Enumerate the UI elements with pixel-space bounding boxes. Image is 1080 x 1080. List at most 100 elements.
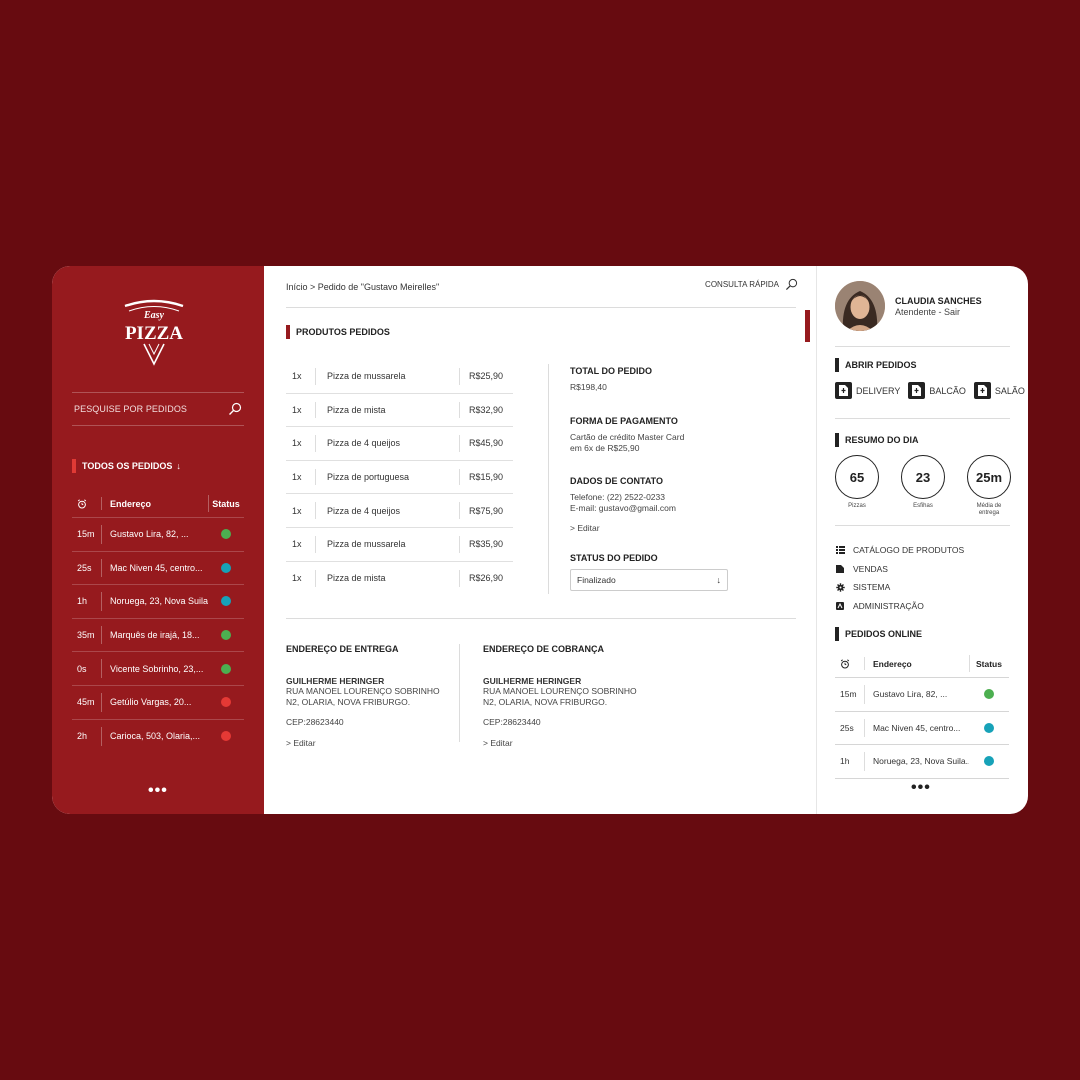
status-dot [221, 697, 231, 708]
table-row[interactable]: 45m Getúlio Vargas, 20... [72, 686, 244, 720]
product-price: R$25,90 [459, 360, 513, 393]
section-marker [72, 459, 76, 473]
status-dot [221, 562, 231, 573]
table-row[interactable]: 15m Gustavo Lira, 82, ... [72, 518, 244, 552]
product-row[interactable]: 1x Pizza de mista R$26,90 [286, 562, 513, 596]
table-header: Endereço Status [835, 650, 1009, 678]
daily-summary-title: RESUMO DO DIA [835, 433, 919, 447]
search-placeholder[interactable]: PESQUISE POR PEDIDOS [72, 404, 187, 414]
product-price: R$32,90 [459, 394, 513, 427]
menu-item-admin[interactable]: ADMINISTRAÇÃO [835, 597, 964, 616]
document-icon [835, 382, 852, 399]
search-icon[interactable] [785, 278, 798, 291]
status-select[interactable]: Finalizado ↓ [570, 569, 728, 591]
scroll-indicator[interactable] [805, 310, 810, 342]
order-address: Gustavo Lira, 82, ... [110, 529, 189, 540]
menu-item-system[interactable]: SISTEMA [835, 578, 964, 597]
table-row[interactable]: 1h Noruega, 23, Nova Suila... [835, 745, 1009, 779]
contact-email: E-mail: gustavo@gmail.com [570, 503, 676, 513]
product-name: Pizza de 4 queijos [327, 505, 401, 516]
total-title: TOTAL DO PEDIDO [570, 366, 653, 376]
status-header: Status [208, 490, 244, 517]
app-window: Easy PIZZA PESQUISE POR PEDIDOS TODOS OS… [52, 266, 1028, 814]
address-header: Endereço [873, 658, 912, 669]
status-title: STATUS DO PEDIDO [570, 553, 658, 563]
order-detail: Início > Pedido de "Gustavo Meirelles" C… [264, 266, 810, 814]
daily-summary-label: RESUMO DO DIA [845, 435, 919, 445]
table-row[interactable]: 0s Vicente Sobrinho, 23,... [72, 652, 244, 686]
product-price: R$35,90 [459, 528, 513, 561]
billing-address: ENDEREÇO DE COBRANÇA GUILHERME HERINGER … [483, 644, 653, 748]
avatar[interactable] [835, 281, 885, 331]
product-price: R$26,90 [459, 562, 513, 596]
table-row[interactable]: 35m Marquês de irajá, 18... [72, 619, 244, 653]
user-role-logout[interactable]: Atendente - Sair [895, 307, 960, 317]
order-total: TOTAL DO PEDIDO R$198,40 [570, 366, 740, 393]
product-price: R$45,90 [459, 427, 513, 460]
delivery-edit-link[interactable]: > Editar [286, 738, 456, 749]
summary-value: 23 [901, 455, 945, 499]
order-address: Mac Niven 45, centro... [873, 722, 961, 733]
more-orders-button[interactable]: ••• [148, 782, 168, 800]
all-orders-label: TODOS OS PEDIDOS [82, 461, 173, 471]
divider [835, 525, 1010, 526]
product-qty: 1x [286, 494, 316, 527]
product-row[interactable]: 1x Pizza de mussarela R$35,90 [286, 528, 513, 562]
quick-search[interactable]: CONSULTA RÁPIDA [705, 278, 798, 291]
menu-item-sales[interactable]: VENDAS [835, 560, 964, 579]
payment-title: FORMA DE PAGAMENTO [570, 416, 678, 426]
user-name: CLAUDIA SANCHES [895, 296, 982, 306]
product-row[interactable]: 1x Pizza de mussarela R$25,90 [286, 360, 513, 394]
divider [835, 346, 1010, 347]
admin-icon [835, 601, 845, 611]
order-time: 1h [835, 745, 865, 778]
logo-easy-text: Easy [143, 310, 165, 321]
product-name: Pizza de 4 queijos [327, 438, 401, 449]
summary-label: Pizzas [848, 503, 866, 509]
delivery-button[interactable]: DELIVERY [835, 382, 900, 399]
billing-edit-link[interactable]: > Editar [483, 738, 653, 749]
counter-button[interactable]: BALCÃO [908, 382, 966, 399]
sidebar: Easy PIZZA PESQUISE POR PEDIDOS TODOS OS… [52, 266, 264, 814]
table-row[interactable]: 25s Mac Niven 45, centro... [835, 712, 1009, 746]
table-row[interactable]: 25s Mac Niven 45, centro... [72, 552, 244, 586]
menu-item-catalog[interactable]: CATÁLOGO DE PRODUTOS [835, 541, 964, 560]
easy-pizza-logo[interactable]: Easy PIZZA [122, 298, 186, 368]
product-row[interactable]: 1x Pizza de 4 queijos R$45,90 [286, 427, 513, 461]
contact-title: DADOS DE CONTATO [570, 476, 664, 486]
menu-item-label: CATÁLOGO DE PRODUTOS [853, 545, 965, 556]
product-row[interactable]: 1x Pizza de portuguesa R$15,90 [286, 461, 513, 495]
online-orders-table: Endereço Status 15m Gustavo Lira, 82, ...… [835, 650, 1009, 779]
counter-label: BALCÃO [929, 385, 966, 396]
product-name: Pizza de mussarela [327, 539, 406, 550]
order-address: Mac Niven 45, centro... [110, 562, 203, 573]
all-orders-title[interactable]: TODOS OS PEDIDOS ↓ [72, 459, 181, 473]
contact-edit-link[interactable]: > Editar [570, 523, 740, 534]
table-row[interactable]: 2h Carioca, 503, Olaria,... [72, 720, 244, 754]
product-row[interactable]: 1x Pizza de 4 queijos R$75,90 [286, 494, 513, 528]
status-dot [221, 663, 231, 674]
search-icon[interactable] [228, 402, 242, 416]
billing-name: GUILHERME HERINGER [483, 676, 582, 686]
billing-cep: CEP:28623440 [483, 717, 541, 727]
order-time: 0s [72, 652, 102, 685]
document-icon [908, 382, 926, 399]
product-row[interactable]: 1x Pizza de mista R$32,90 [286, 394, 513, 428]
arrow-down-icon[interactable]: ↓ [176, 461, 181, 471]
table-row[interactable]: 15m Gustavo Lira, 82, ... [835, 678, 1009, 712]
order-address: Noruega, 23, Nova Suila... [110, 596, 208, 607]
dining-room-button[interactable]: SALÃO [973, 382, 1025, 399]
side-menu: CATÁLOGO DE PRODUTOS VENDAS SISTEMA ADMI… [835, 541, 964, 615]
orders-search[interactable]: PESQUISE POR PEDIDOS [72, 392, 244, 426]
all-orders-table: Endereço Status 15m Gustavo Lira, 82, ...… [72, 490, 244, 753]
breadcrumb[interactable]: Início > Pedido de "Gustavo Meirelles" [286, 282, 439, 292]
summary-value: 25m [967, 455, 1011, 499]
status-dot [984, 689, 994, 700]
delivery-address: ENDEREÇO DE ENTREGA GUILHERME HERINGER R… [286, 644, 456, 748]
more-online-orders-button[interactable]: ••• [911, 779, 931, 797]
menu-item-label: VENDAS [853, 563, 888, 574]
table-row[interactable]: 1h Noruega, 23, Nova Suila... [72, 585, 244, 619]
menu-item-label: ADMINISTRAÇÃO [853, 600, 924, 611]
quick-search-label[interactable]: CONSULTA RÁPIDA [705, 280, 779, 289]
open-orders-label: ABRIR PEDIDOS [845, 360, 917, 370]
